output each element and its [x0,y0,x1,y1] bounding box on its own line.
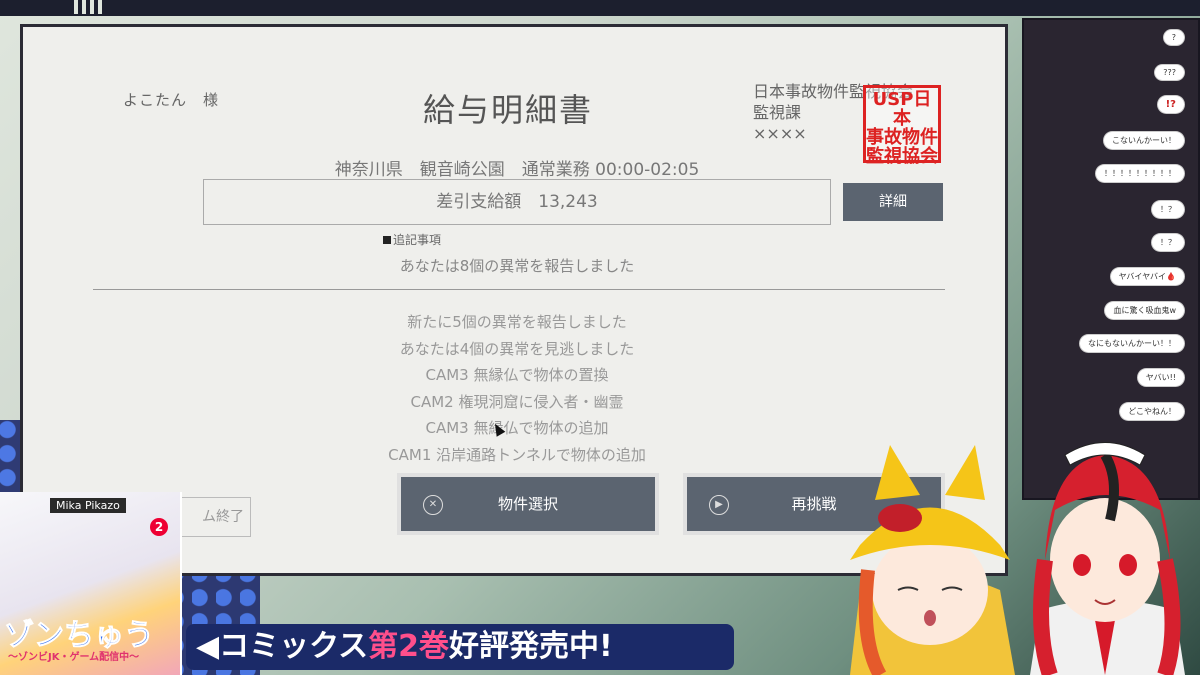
chat-message: こないんかーい！ [1104,132,1184,149]
note-heading: 追記事項 [383,231,441,248]
chat-message: !? [1157,96,1184,113]
chat-message: ！？ [1152,201,1184,218]
anomaly-report-summary: あなたは8個の異常を報告しました [399,257,635,275]
square-bullet-icon [383,236,391,244]
chat-message: ！？ [1152,234,1184,251]
chat-message: ? [1163,30,1184,45]
log-line: あなたは4個の異常を見逃しました [399,339,635,358]
chat-message: ??? [1155,65,1184,80]
vtuber-avatar-fox-girl [850,445,1015,675]
promo-banner: ◀コミックス第2巻好評発売中! [186,624,734,670]
chat-message: なにもないんかーい！！ [1080,335,1184,352]
log-line: CAM2 権現洞窟に侵入者・幽霊 [410,392,624,411]
recipient-name: よこたん 様 [123,91,220,109]
detail-button[interactable]: 詳細 [843,183,943,221]
log-line: CAM3 無縁仏で物体の置換 [425,366,609,384]
net-pay-field: 差引支給額 13,243 [203,179,831,225]
log-line: 新たに5個の異常を報告しました [407,313,627,331]
comic-cover-image: Mika Pikazo 2 ゾンちゅう 〜ゾンビJK・ゲーム配信中〜 [0,492,182,675]
chat-message: ！！！！！！！！！ [1096,165,1184,182]
comic-author: Mika Pikazo [50,498,126,513]
chat-message: ヤバイヤバイ🩸 [1110,268,1184,285]
close-circle-icon: ✕ [423,495,443,515]
log-line: CAM3 無縁仏で物体の追加 [425,419,609,437]
shift-location: 神奈川県 観音崎公園 通常業務 00:00-02:05 [334,160,700,180]
background-stripe [70,0,104,14]
page-title: 給与明細書 [423,91,594,129]
background-top-bar [0,0,1200,16]
comic-logo-subtitle: 〜ゾンビJK・ゲーム配信中〜 [8,652,140,663]
chat-message: ヤバい!! [1137,369,1184,386]
comic-volume-badge: 2 [150,518,168,536]
property-select-button[interactable]: ✕ 物件選択 [397,473,659,535]
vtuber-avatar-vampire-girl [1030,442,1185,675]
play-circle-icon: ▶ [709,495,729,515]
red-seal-stamp: USP日本 事故物件 監視協会 [863,85,941,166]
chat-message: 血に驚く吸血鬼w [1105,302,1184,319]
divider [93,289,945,290]
chat-message: どこやねん！ [1120,403,1184,420]
